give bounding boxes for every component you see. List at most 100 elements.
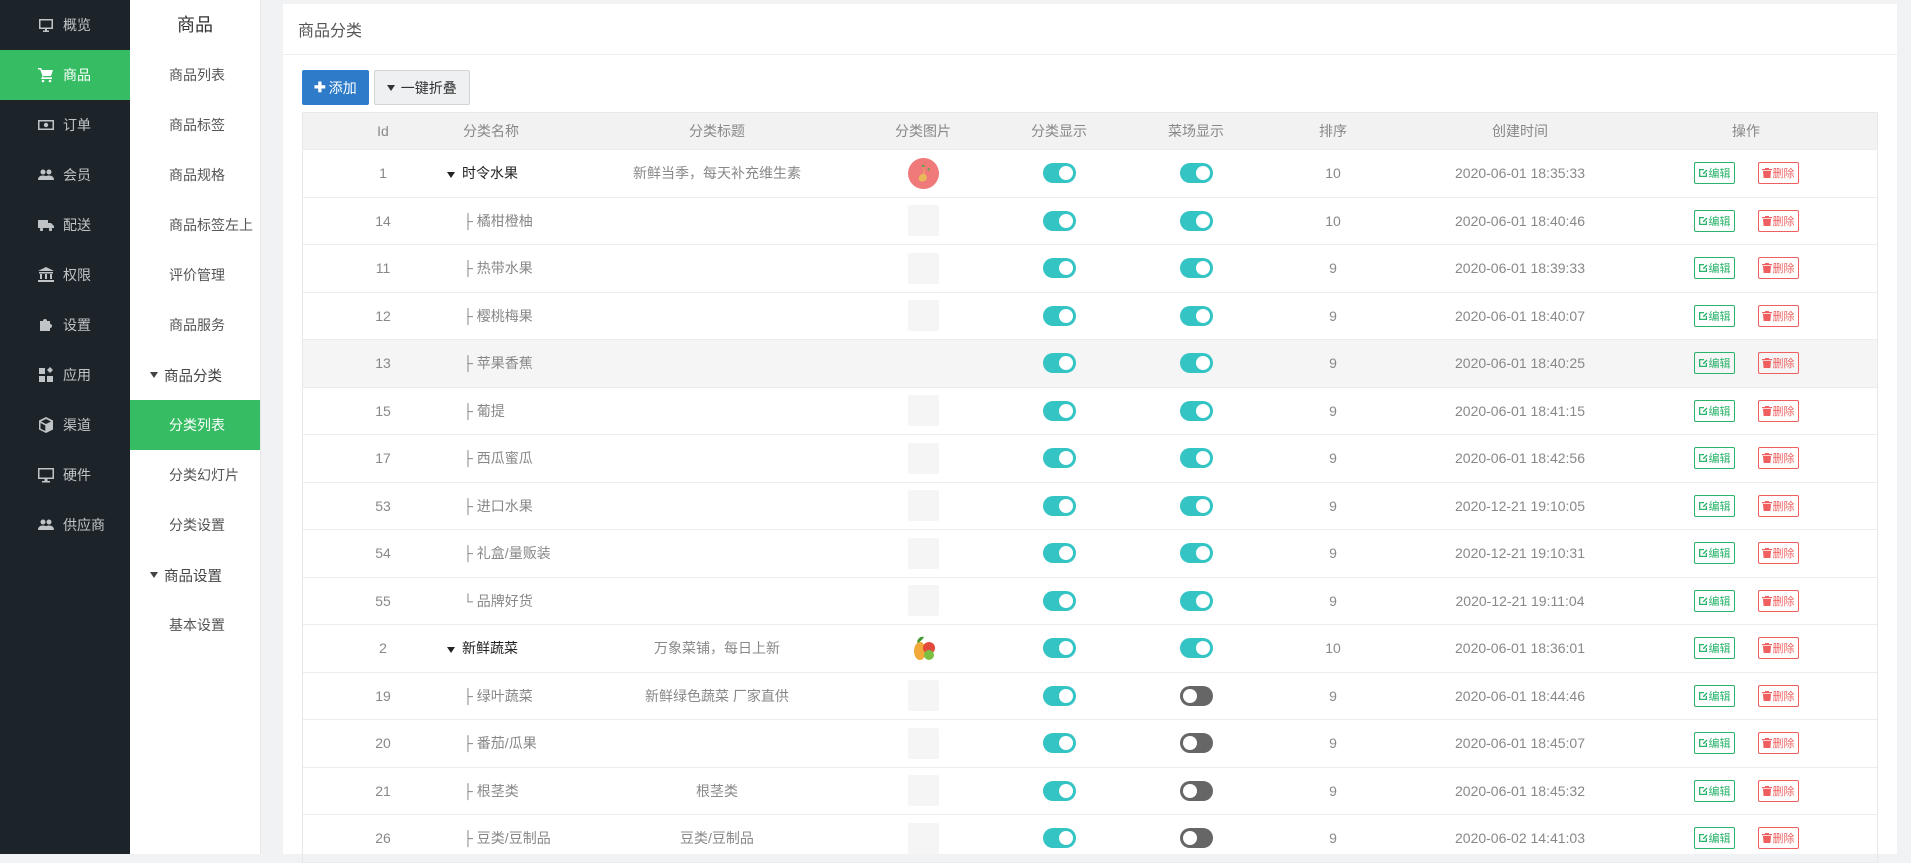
sort-cell: 10: [1325, 640, 1341, 657]
nav-item-9[interactable]: 硬件: [0, 450, 130, 500]
delete-button[interactable]: 删除: [1757, 684, 1799, 707]
delete-button[interactable]: 删除: [1757, 732, 1799, 755]
delete-button[interactable]: 删除: [1757, 589, 1799, 612]
delete-button[interactable]: 删除: [1757, 542, 1799, 565]
category-display-toggle[interactable]: [1042, 305, 1076, 326]
category-name-cell[interactable]: 新鲜蔬菜: [447, 625, 579, 672]
edit-button[interactable]: 编辑: [1693, 352, 1735, 375]
market-display-toggle[interactable]: [1179, 448, 1213, 469]
edit-button[interactable]: 编辑: [1693, 257, 1735, 280]
group-icon: [38, 517, 54, 533]
edit-button[interactable]: 编辑: [1693, 732, 1735, 755]
image-cell: [855, 768, 991, 815]
sub-group-settings[interactable]: 商品设置: [130, 550, 260, 600]
delete-button[interactable]: 删除: [1757, 209, 1799, 232]
sub-menu-item[interactable]: 商品规格: [130, 150, 260, 200]
market-display-toggle[interactable]: [1179, 638, 1213, 659]
category-name-cell: ├ 热带水果: [463, 260, 533, 277]
edit-button[interactable]: 编辑: [1693, 779, 1735, 802]
category-display-toggle[interactable]: [1042, 353, 1076, 374]
category-display-toggle[interactable]: [1042, 685, 1076, 706]
category-display-toggle[interactable]: [1042, 210, 1076, 231]
edit-button[interactable]: 编辑: [1693, 399, 1735, 422]
users-icon: [38, 167, 54, 183]
sub-group-category[interactable]: 商品分类: [130, 350, 260, 400]
nav-item-3[interactable]: 会员: [0, 150, 130, 200]
delete-button[interactable]: 删除: [1757, 162, 1799, 185]
edit-button[interactable]: 编辑: [1693, 684, 1735, 707]
table-row: 12 ├ 樱桃梅果 9 2020-06-01 18:40:07 编辑 删除: [303, 293, 1877, 340]
category-display-toggle[interactable]: [1042, 733, 1076, 754]
market-display-toggle[interactable]: [1179, 400, 1213, 421]
category-display-toggle[interactable]: [1042, 258, 1076, 279]
edit-button[interactable]: 编辑: [1693, 162, 1735, 185]
edit-button[interactable]: 编辑: [1693, 542, 1735, 565]
category-image-placeholder: [907, 442, 939, 474]
edit-button[interactable]: 编辑: [1693, 209, 1735, 232]
category-display-toggle[interactable]: [1042, 590, 1076, 611]
delete-button[interactable]: 删除: [1757, 827, 1799, 850]
sub-menu-item[interactable]: 商品服务: [130, 300, 260, 350]
edit-button[interactable]: 编辑: [1693, 447, 1735, 470]
col-sort: 排序: [1319, 123, 1347, 139]
collapse-all-button[interactable]: 一键折叠: [373, 70, 470, 105]
edit-icon: [1698, 596, 1709, 606]
nav-item-2[interactable]: 订单: [0, 100, 130, 150]
market-display-toggle[interactable]: [1179, 780, 1213, 801]
nav-item-1[interactable]: 商品: [0, 50, 130, 100]
edit-button[interactable]: 编辑: [1693, 637, 1735, 660]
delete-button[interactable]: 删除: [1757, 779, 1799, 802]
category-image-placeholder: [907, 252, 939, 284]
edit-button[interactable]: 编辑: [1693, 589, 1735, 612]
delete-button[interactable]: 删除: [1757, 352, 1799, 375]
market-display-toggle[interactable]: [1179, 495, 1213, 516]
market-display-toggle[interactable]: [1179, 305, 1213, 326]
sub-menu-item[interactable]: 基本设置: [130, 600, 260, 650]
market-display-toggle[interactable]: [1179, 210, 1213, 231]
market-display-toggle[interactable]: [1179, 685, 1213, 706]
category-display-toggle[interactable]: [1042, 400, 1076, 421]
category-display-toggle[interactable]: [1042, 780, 1076, 801]
market-display-toggle[interactable]: [1179, 543, 1213, 564]
category-name-cell[interactable]: 时令水果: [447, 150, 579, 197]
market-display-toggle[interactable]: [1179, 828, 1213, 849]
delete-button[interactable]: 删除: [1757, 399, 1799, 422]
market-display-toggle[interactable]: [1179, 163, 1213, 184]
delete-button[interactable]: 删除: [1757, 257, 1799, 280]
category-display-toggle[interactable]: [1042, 495, 1076, 516]
nav-item-7[interactable]: 应用: [0, 350, 130, 400]
sub-menu-item[interactable]: 分类设置: [130, 500, 260, 550]
category-display-toggle[interactable]: [1042, 543, 1076, 564]
edit-button[interactable]: 编辑: [1693, 494, 1735, 517]
category-display-toggle[interactable]: [1042, 828, 1076, 849]
nav-item-5[interactable]: 权限: [0, 250, 130, 300]
nav-item-6[interactable]: 设置: [0, 300, 130, 350]
category-display-toggle[interactable]: [1042, 448, 1076, 469]
nav-item-10[interactable]: 供应商: [0, 500, 130, 550]
add-button[interactable]: ✚ 添加: [302, 70, 369, 105]
sub-menu-item[interactable]: 评价管理: [130, 250, 260, 300]
edit-button[interactable]: 编辑: [1693, 304, 1735, 327]
market-display-toggle[interactable]: [1179, 353, 1213, 374]
id-cell: 11: [375, 260, 391, 277]
sub-menu-item[interactable]: 分类幻灯片: [130, 450, 260, 500]
category-display-toggle[interactable]: [1042, 163, 1076, 184]
delete-button[interactable]: 删除: [1757, 637, 1799, 660]
market-display-cell: [1127, 435, 1265, 482]
delete-button[interactable]: 删除: [1757, 494, 1799, 517]
market-display-toggle[interactable]: [1179, 733, 1213, 754]
sub-menu-item[interactable]: 商品标签左上: [130, 200, 260, 250]
delete-button[interactable]: 删除: [1757, 447, 1799, 470]
market-display-toggle[interactable]: [1179, 258, 1213, 279]
nav-item-8[interactable]: 渠道: [0, 400, 130, 450]
delete-button[interactable]: 删除: [1757, 304, 1799, 327]
category-display-cell: [991, 815, 1127, 862]
category-display-toggle[interactable]: [1042, 638, 1076, 659]
edit-button[interactable]: 编辑: [1693, 827, 1735, 850]
nav-item-4[interactable]: 配送: [0, 200, 130, 250]
sub-menu-item[interactable]: 分类列表: [130, 400, 260, 450]
nav-item-0[interactable]: 概览: [0, 0, 130, 50]
sub-menu-item[interactable]: 商品列表: [130, 50, 260, 100]
market-display-toggle[interactable]: [1179, 590, 1213, 611]
sub-menu-item[interactable]: 商品标签: [130, 100, 260, 150]
